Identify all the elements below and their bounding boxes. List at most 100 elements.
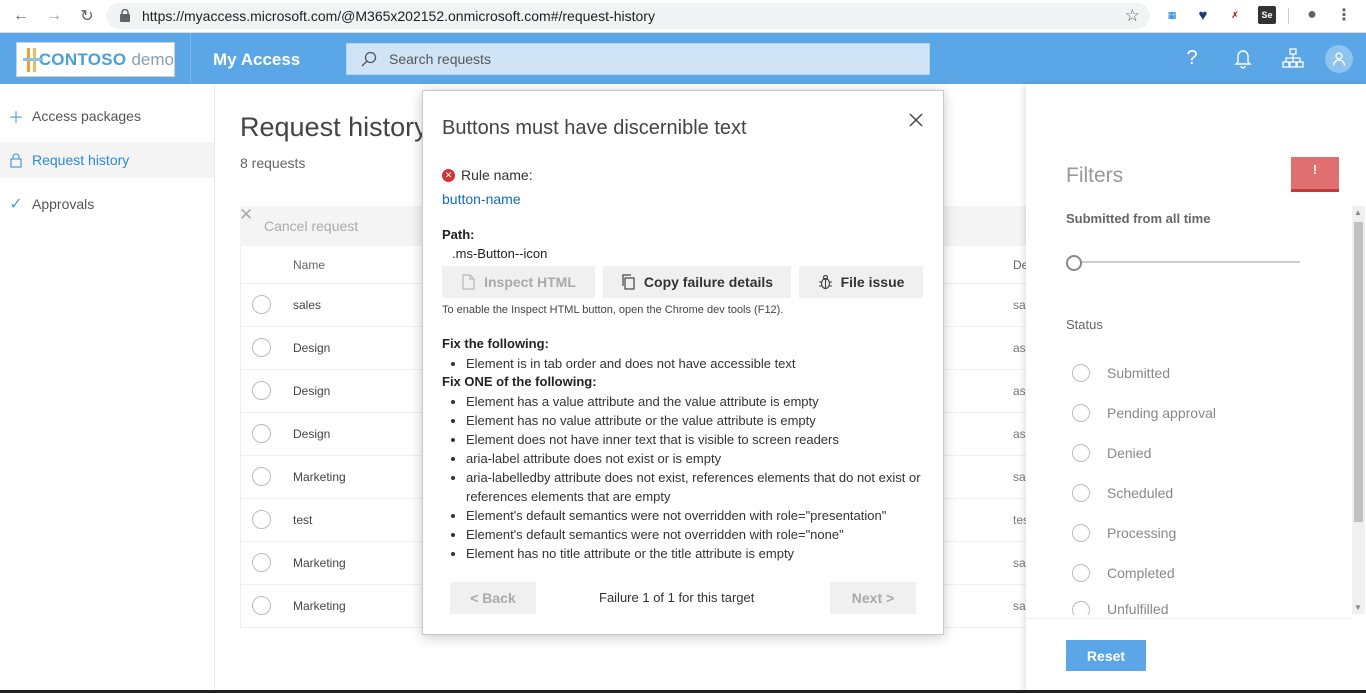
- back-button[interactable]: < Back: [450, 582, 536, 614]
- row-description: asc: [1013, 384, 1027, 398]
- row-name: Design: [293, 341, 331, 355]
- close-icon[interactable]: [907, 111, 925, 129]
- row-name: Marketing: [293, 470, 346, 484]
- sidebar-item-approvals[interactable]: ✓ Approvals: [0, 186, 214, 222]
- radio-button[interactable]: [1072, 444, 1090, 462]
- inspect-html-button[interactable]: Inspect HTML: [442, 266, 595, 298]
- row-select-radio[interactable]: [252, 295, 271, 314]
- logo-suffix: demo: [131, 49, 174, 69]
- row-select-radio[interactable]: [252, 424, 271, 443]
- status-option-denied[interactable]: Denied: [1072, 442, 1151, 464]
- scroll-up-arrow-icon[interactable]: ▲: [1354, 208, 1362, 217]
- row-select-radio[interactable]: [252, 467, 271, 486]
- scroll-down-arrow-icon[interactable]: ▼: [1354, 603, 1362, 612]
- row-select-radio[interactable]: [252, 338, 271, 357]
- filters-scrollbar[interactable]: ▲ ▼: [1352, 206, 1365, 614]
- rule-name-label: Rule name:: [461, 167, 533, 183]
- submitted-range-label: Submitted from all time: [1066, 211, 1211, 226]
- windows-extension-icon[interactable]: ▦: [1163, 6, 1181, 24]
- radio-button[interactable]: [1072, 484, 1090, 502]
- fix-all-list: Element is in tab order and does not hav…: [466, 354, 936, 373]
- red-extension-icon[interactable]: ✗: [1226, 6, 1244, 24]
- radio-button[interactable]: [1072, 364, 1090, 382]
- status-option-pending-approval[interactable]: Pending approval: [1072, 402, 1216, 424]
- sidebar-item-access-packages[interactable]: ＋ Access packages: [0, 98, 214, 134]
- bookmark-star-icon[interactable]: ☆: [1125, 6, 1140, 26]
- search-box[interactable]: [346, 43, 930, 75]
- sidebar-item-label: Access packages: [32, 108, 141, 124]
- list-item: aria-labelledby attribute does not exist…: [466, 468, 936, 506]
- status-option-processing[interactable]: Processing: [1072, 522, 1176, 544]
- reload-icon[interactable]: ↻: [75, 5, 99, 27]
- row-description: asc: [1013, 427, 1027, 441]
- column-header-name[interactable]: Name: [293, 258, 325, 272]
- sidebar-item-request-history[interactable]: Request history: [0, 142, 214, 178]
- reset-button[interactable]: Reset: [1066, 640, 1146, 671]
- menu-kebab-icon[interactable]: ⋮: [1335, 6, 1353, 24]
- option-label: Unfulfilled: [1107, 601, 1169, 615]
- org-chart-icon[interactable]: [1280, 45, 1306, 71]
- close-icon: ✕: [239, 205, 254, 224]
- option-label: Completed: [1107, 565, 1175, 581]
- failure-count: Failure 1 of 1 for this target: [599, 590, 755, 605]
- list-item: Element has no value attribute or the va…: [466, 411, 936, 430]
- status-option-scheduled[interactable]: Scheduled: [1072, 482, 1173, 504]
- date-slider-thumb[interactable]: [1066, 255, 1082, 271]
- row-name: Design: [293, 384, 331, 398]
- page-title: Request history: [240, 112, 428, 142]
- filters-title: Filters: [1066, 164, 1124, 187]
- list-item: Element has no title attribute or the ti…: [466, 544, 936, 563]
- dialog-title: Buttons must have discernible text: [442, 117, 747, 139]
- lock-icon: [10, 152, 22, 168]
- option-label: Submitted: [1107, 365, 1171, 381]
- row-select-radio[interactable]: [252, 381, 271, 400]
- cancel-request-button[interactable]: Cancel request: [264, 218, 358, 234]
- left-navigation: ＋ Access packages Request history ✓ Appr…: [0, 84, 215, 693]
- row-select-radio[interactable]: [252, 596, 271, 615]
- radio-button[interactable]: [1072, 564, 1090, 582]
- file-issue-button[interactable]: File issue: [799, 266, 923, 298]
- address-bar[interactable]: https://myaccess.microsoft.com/@M365x202…: [106, 3, 1150, 29]
- bell-icon[interactable]: [1230, 45, 1256, 71]
- status-option-submitted[interactable]: Submitted: [1072, 362, 1170, 384]
- copy-failure-details-button[interactable]: Copy failure details: [603, 266, 791, 298]
- path-label: Path:: [442, 227, 475, 242]
- next-button[interactable]: Next >: [830, 582, 916, 614]
- url-text: https://myaccess.microsoft.com/@M365x202…: [142, 8, 655, 24]
- date-slider-track[interactable]: [1074, 261, 1300, 263]
- help-icon[interactable]: ?: [1179, 45, 1205, 71]
- contoso-logo[interactable]: CONTOSO demo: [16, 42, 175, 77]
- rule-name-row: ✕ Rule name:: [442, 167, 533, 183]
- fix-one-heading: Fix ONE of the following:: [442, 374, 597, 389]
- file-code-icon: [462, 274, 475, 290]
- list-item: Element does not have inner text that is…: [466, 430, 936, 449]
- scrollbar-thumb[interactable]: [1354, 222, 1363, 522]
- heart-extension-icon[interactable]: ♥: [1194, 6, 1212, 24]
- lock-icon: [120, 9, 130, 22]
- selenium-extension-icon[interactable]: Se: [1258, 6, 1276, 24]
- back-arrow-icon[interactable]: ←: [9, 5, 33, 27]
- status-option-unfulfilled[interactable]: Unfulfilled: [1072, 601, 1168, 615]
- row-description: sal: [1013, 298, 1027, 312]
- forward-arrow-icon[interactable]: →: [42, 5, 66, 27]
- filters-panel: Filters ! Submitted from all time Status…: [1026, 84, 1366, 693]
- option-label: Scheduled: [1107, 485, 1174, 501]
- browser-toolbar: ← → ↻ https://myaccess.microsoft.com/@M3…: [0, 0, 1366, 33]
- accessibility-alert-badge[interactable]: !: [1291, 157, 1339, 192]
- request-count: 8 requests: [240, 155, 306, 171]
- list-item: aria-label attribute does not exist or i…: [466, 449, 936, 468]
- search-input[interactable]: [389, 44, 909, 74]
- rule-name-link[interactable]: button-name: [442, 191, 521, 207]
- status-option-completed[interactable]: Completed: [1072, 562, 1175, 584]
- radio-button[interactable]: [1072, 524, 1090, 542]
- profile-icon[interactable]: ●: [1303, 6, 1321, 24]
- row-select-radio[interactable]: [252, 553, 271, 572]
- search-icon: [361, 51, 377, 67]
- fix-all-heading: Fix the following:: [442, 336, 549, 351]
- user-avatar[interactable]: [1325, 45, 1353, 73]
- list-item: Element is in tab order and does not hav…: [466, 354, 936, 373]
- radio-button[interactable]: [1072, 601, 1090, 615]
- app-title[interactable]: My Access: [213, 50, 300, 70]
- row-select-radio[interactable]: [252, 510, 271, 529]
- radio-button[interactable]: [1072, 404, 1090, 422]
